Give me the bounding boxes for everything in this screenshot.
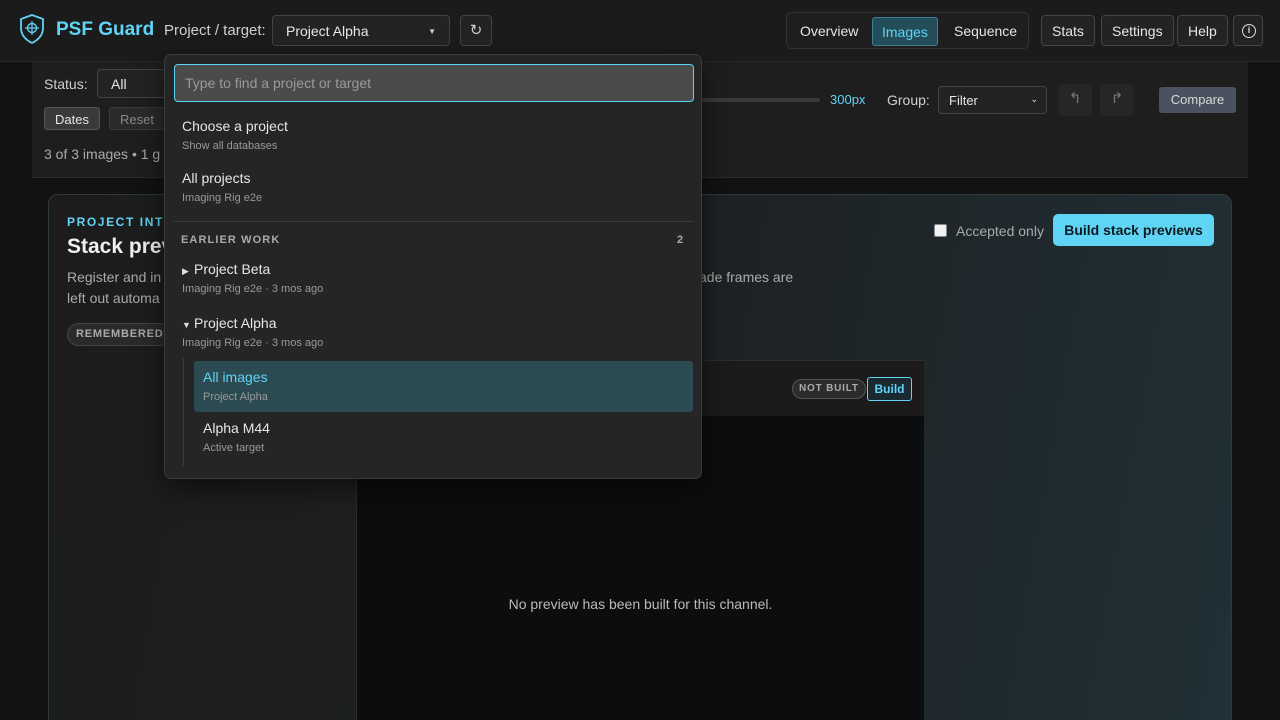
caret-right-icon: ▶ xyxy=(182,266,189,276)
refresh-button[interactable]: ↻ xyxy=(460,15,492,46)
accepted-only-label[interactable]: Accepted only xyxy=(956,223,1044,239)
earlier-work-count: 2 xyxy=(677,234,684,246)
status-label: Status: xyxy=(44,76,88,92)
project-target-dropdown: Choose a project Show all databases All … xyxy=(164,54,702,479)
target-all-images-subtitle: Project Alpha xyxy=(203,391,268,403)
project-label: Project / target: xyxy=(164,22,266,39)
reset-button[interactable]: Reset xyxy=(109,107,165,130)
thumbnail-size-slider[interactable] xyxy=(692,98,820,102)
main-nav: Overview Images Sequence xyxy=(786,12,1029,49)
project-select[interactable]: Project Alpha ▼ xyxy=(272,15,450,46)
brand-title: PSF Guard xyxy=(56,19,155,40)
tree-guide-line xyxy=(183,358,184,466)
remembered-badge: REMEMBERED xyxy=(67,323,173,346)
tab-sequence[interactable]: Sequence xyxy=(945,17,1026,46)
choose-project-option[interactable]: Choose a project Show all databases xyxy=(182,118,288,152)
caret-down-icon: ▼ xyxy=(182,320,191,330)
dates-button[interactable]: Dates xyxy=(44,107,100,130)
compare-button[interactable]: Compare xyxy=(1159,87,1236,113)
not-built-badge: NOT BUILT xyxy=(792,379,866,399)
project-beta-title: Project Beta xyxy=(194,261,271,277)
group-label: Group: xyxy=(887,92,930,108)
target-alpha-m44-title: Alpha M44 xyxy=(203,420,270,436)
build-stack-previews-button[interactable]: Build stack previews xyxy=(1053,214,1214,246)
undo-button[interactable]: ↰ xyxy=(1058,84,1092,116)
card-desc-line1-tail: ade frames are xyxy=(699,269,794,285)
tab-images[interactable]: Images xyxy=(872,17,938,46)
choose-project-title: Choose a project xyxy=(182,118,288,134)
project-option-beta[interactable]: ▶ Project Beta Imaging Rig e2e · 3 mos ag… xyxy=(182,261,323,295)
project-select-value: Project Alpha xyxy=(286,23,369,39)
target-option-alpha-m44[interactable]: Alpha M44 Active target xyxy=(194,412,693,463)
app-header: PSF Guard Project / target: Project Alph… xyxy=(0,0,1280,62)
choose-project-subtitle: Show all databases xyxy=(182,140,278,152)
image-count: 3 of 3 images • 1 g xyxy=(44,146,161,162)
earlier-work-heading: EARLIER WORK xyxy=(181,234,281,246)
redo-arrow-icon: ↱ xyxy=(1110,90,1124,107)
settings-button[interactable]: Settings xyxy=(1101,15,1174,46)
stats-button[interactable]: Stats xyxy=(1041,15,1095,46)
target-all-images-title: All images xyxy=(203,369,268,385)
chevron-down-icon: ⌄ xyxy=(1030,94,1038,104)
project-search-input[interactable] xyxy=(174,64,694,102)
redo-button[interactable]: ↱ xyxy=(1100,84,1134,116)
chevron-down-icon: ▼ xyxy=(428,27,436,36)
card-desc-line1: Register and in xyxy=(67,269,162,285)
all-projects-subtitle: Imaging Rig e2e xyxy=(182,192,263,204)
info-button[interactable]: i xyxy=(1233,15,1263,46)
dropdown-divider xyxy=(174,221,694,222)
build-button[interactable]: Build xyxy=(867,377,912,401)
no-preview-message: No preview has been built for this chann… xyxy=(508,596,773,612)
undo-arrow-icon: ↰ xyxy=(1068,90,1082,107)
help-button[interactable]: Help xyxy=(1177,15,1228,46)
shield-logo-icon xyxy=(20,14,44,44)
project-beta-subtitle: Imaging Rig e2e · 3 mos ago xyxy=(182,283,324,295)
project-alpha-title: Project Alpha xyxy=(194,315,277,331)
card-title: Stack prev xyxy=(67,235,174,258)
target-alpha-m44-subtitle: Active target xyxy=(203,442,265,454)
card-eyebrow: PROJECT INTE xyxy=(67,215,174,229)
all-projects-title: All projects xyxy=(182,170,251,186)
project-option-alpha[interactable]: ▼ Project Alpha Imaging Rig e2e · 3 mos a… xyxy=(182,315,323,349)
thumbnail-size-value: 300px xyxy=(830,92,866,107)
all-projects-option[interactable]: All projects Imaging Rig e2e xyxy=(182,170,262,204)
project-alpha-subtitle: Imaging Rig e2e · 3 mos ago xyxy=(182,337,324,349)
info-icon: i xyxy=(1242,24,1256,38)
target-option-all-images[interactable]: All images Project Alpha xyxy=(194,361,693,412)
group-select[interactable]: Filter ⌄ xyxy=(938,86,1047,114)
tab-overview[interactable]: Overview xyxy=(791,17,867,46)
accepted-only-checkbox[interactable] xyxy=(934,224,947,237)
group-select-value: Filter xyxy=(949,93,978,108)
